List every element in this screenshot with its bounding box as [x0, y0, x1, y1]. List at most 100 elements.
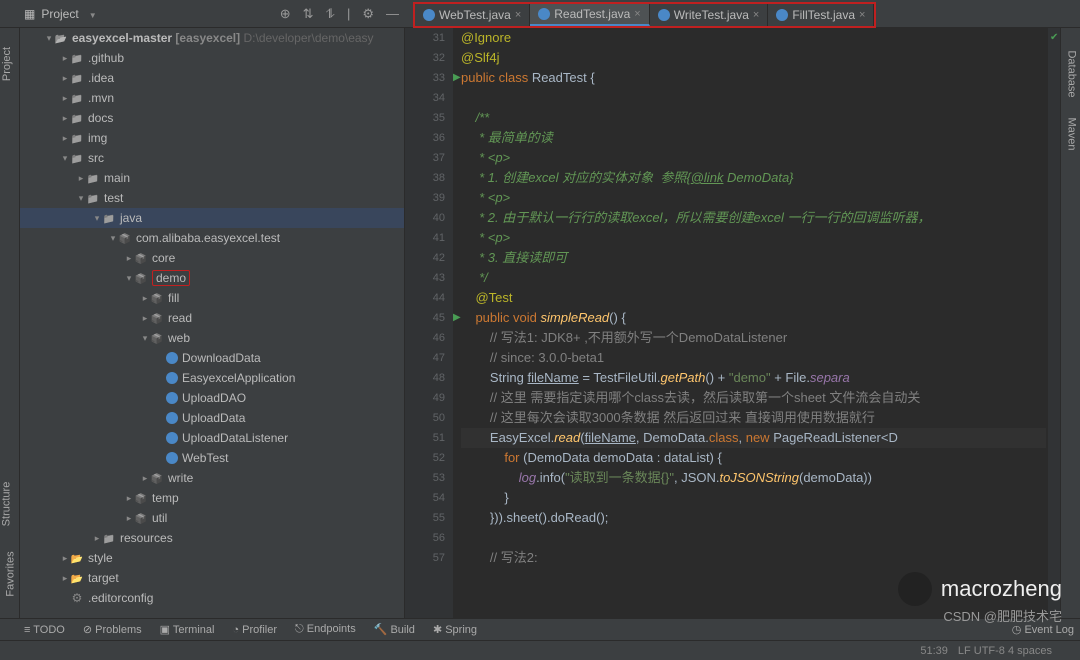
- gutter-line[interactable]: 37: [405, 148, 445, 168]
- close-icon[interactable]: ×: [634, 8, 640, 20]
- expand-icon[interactable]: ▸: [140, 473, 150, 484]
- tree-row[interactable]: ▸fill: [20, 288, 404, 308]
- tree-row[interactable]: ▸resources: [20, 528, 404, 548]
- expand-icon[interactable]: ▸: [76, 173, 86, 184]
- expand-icon[interactable]: ▸: [92, 533, 102, 544]
- gutter-line[interactable]: 57: [405, 548, 445, 568]
- tree-row[interactable]: ▸img: [20, 128, 404, 148]
- code-line[interactable]: * <p>: [461, 228, 1046, 248]
- expand-icon[interactable]: ▸: [140, 313, 150, 324]
- code-line[interactable]: // 这里每次会读取3000条数据 然后返回过来 直接调用使用数据就行: [461, 408, 1046, 428]
- expand-icon[interactable]: ▸: [60, 553, 70, 564]
- tree-row[interactable]: WebTest: [20, 448, 404, 468]
- terminal-tool[interactable]: ▣ Terminal: [160, 623, 215, 636]
- code-line[interactable]: * 2. 由于默认一行行的读取excel，所以需要创建excel 一行一行的回调…: [461, 208, 1046, 228]
- tree-row[interactable]: ▾web: [20, 328, 404, 348]
- rail-maven[interactable]: Maven: [1065, 117, 1077, 150]
- rail-favorites[interactable]: Favorites: [5, 551, 17, 596]
- build-tool[interactable]: 🔨 Build: [374, 623, 415, 636]
- todo-tool[interactable]: ≡ TODO: [24, 624, 65, 636]
- code-line[interactable]: })).sheet().doRead();: [461, 508, 1046, 528]
- code-line[interactable]: * <p>: [461, 148, 1046, 168]
- expand-icon[interactable]: ▸: [60, 73, 70, 84]
- tab-filltest[interactable]: FillTest.java×: [768, 4, 874, 26]
- gutter-line[interactable]: 55: [405, 508, 445, 528]
- spring-tool[interactable]: ✱ Spring: [433, 623, 477, 636]
- code-line[interactable]: [461, 88, 1046, 108]
- expand-icon[interactable]: ▾: [60, 153, 70, 164]
- tree-row[interactable]: UploadData: [20, 408, 404, 428]
- gutter-line[interactable]: 39: [405, 188, 445, 208]
- code-editor[interactable]: 313233▶343536373839404142434445▶46474849…: [405, 28, 1060, 628]
- rail-project[interactable]: Project: [1, 47, 13, 81]
- gutter-line[interactable]: 31: [405, 28, 445, 48]
- code-line[interactable]: @Ignore: [461, 28, 1046, 48]
- gutter-line[interactable]: 52: [405, 448, 445, 468]
- gutter-line[interactable]: 51: [405, 428, 445, 448]
- project-tree[interactable]: ▾easyexcel-master [easyexcel] D:\develop…: [20, 28, 405, 628]
- gutter-line[interactable]: 38: [405, 168, 445, 188]
- tree-row[interactable]: ▸.idea: [20, 68, 404, 88]
- tree-row[interactable]: ▾demo: [20, 268, 404, 288]
- code-area[interactable]: @Ignore@Slf4jpublic class ReadTest { /**…: [461, 28, 1046, 628]
- tree-row[interactable]: ▸write: [20, 468, 404, 488]
- gear-icon[interactable]: ⚙: [362, 6, 374, 22]
- tree-row[interactable]: ▸style: [20, 548, 404, 568]
- expand-icon[interactable]: ▸: [124, 493, 134, 504]
- code-line[interactable]: // 这里 需要指定读用哪个class去读，然后读取第一个sheet 文件流会自…: [461, 388, 1046, 408]
- gutter-line[interactable]: 56: [405, 528, 445, 548]
- code-line[interactable]: // 写法2:: [461, 548, 1046, 568]
- close-icon[interactable]: ×: [515, 9, 521, 21]
- gutter-line[interactable]: 40: [405, 208, 445, 228]
- tree-row[interactable]: ▸.github: [20, 48, 404, 68]
- tab-writetest[interactable]: WriteTest.java×: [650, 4, 769, 26]
- problems-tool[interactable]: ⊘ Problems: [83, 623, 142, 636]
- code-line[interactable]: // 写法1: JDK8+ ,不用额外写一个DemoDataListener: [461, 328, 1046, 348]
- gutter-line[interactable]: 54: [405, 488, 445, 508]
- gutter-line[interactable]: 53: [405, 468, 445, 488]
- expand-icon[interactable]: ▾: [92, 213, 102, 224]
- gutter-line[interactable]: 46: [405, 328, 445, 348]
- gutter-line[interactable]: 44: [405, 288, 445, 308]
- gutter-line[interactable]: 36: [405, 128, 445, 148]
- code-line[interactable]: log.info("读取到一条数据{}", JSON.toJSONString(…: [461, 468, 1046, 488]
- code-line[interactable]: String fileName = TestFileUtil.getPath()…: [461, 368, 1046, 388]
- expand-icon[interactable]: ⇅: [303, 6, 314, 22]
- tree-row[interactable]: DownloadData: [20, 348, 404, 368]
- rail-database[interactable]: Database: [1065, 50, 1077, 97]
- endpoints-tool[interactable]: ⎋ Endpoints: [295, 623, 356, 636]
- gutter-line[interactable]: 32: [405, 48, 445, 68]
- code-line[interactable]: * 1. 创建excel 对应的实体对象 参照{@link DemoData}: [461, 168, 1046, 188]
- tree-row[interactable]: ▸temp: [20, 488, 404, 508]
- close-icon[interactable]: ×: [753, 9, 759, 21]
- gutter-line[interactable]: 45▶: [405, 308, 445, 328]
- code-line[interactable]: for (DemoData demoData : dataList) {: [461, 448, 1046, 468]
- expand-icon[interactable]: ▸: [60, 573, 70, 584]
- tree-row[interactable]: .editorconfig: [20, 588, 404, 608]
- code-line[interactable]: [461, 528, 1046, 548]
- gutter-line[interactable]: 42: [405, 248, 445, 268]
- expand-icon[interactable]: ▸: [124, 253, 134, 264]
- run-icon[interactable]: ▶: [453, 308, 461, 328]
- tree-row[interactable]: ▾src: [20, 148, 404, 168]
- gutter-line[interactable]: 33▶: [405, 68, 445, 88]
- collapse-icon[interactable]: ⥮: [326, 6, 335, 22]
- tree-row[interactable]: UploadDataListener: [20, 428, 404, 448]
- code-line[interactable]: * 3. 直接读即可: [461, 248, 1046, 268]
- rail-structure[interactable]: Structure: [0, 482, 12, 527]
- locate-icon[interactable]: ⊕: [280, 6, 291, 22]
- tree-row[interactable]: ▸docs: [20, 108, 404, 128]
- profiler-tool[interactable]: ◔ Profiler: [232, 624, 277, 636]
- expand-icon[interactable]: ▸: [60, 133, 70, 144]
- tree-row[interactable]: UploadDAO: [20, 388, 404, 408]
- gutter-line[interactable]: 34: [405, 88, 445, 108]
- tree-row[interactable]: ▸target: [20, 568, 404, 588]
- tab-readtest[interactable]: ReadTest.java×: [530, 4, 649, 26]
- expand-icon[interactable]: ▾: [124, 273, 134, 284]
- gutter-line[interactable]: 48: [405, 368, 445, 388]
- code-line[interactable]: // since: 3.0.0-beta1: [461, 348, 1046, 368]
- code-line[interactable]: }: [461, 488, 1046, 508]
- gutter-line[interactable]: 41: [405, 228, 445, 248]
- expand-icon[interactable]: ▸: [60, 93, 70, 104]
- gutter-line[interactable]: 35: [405, 108, 445, 128]
